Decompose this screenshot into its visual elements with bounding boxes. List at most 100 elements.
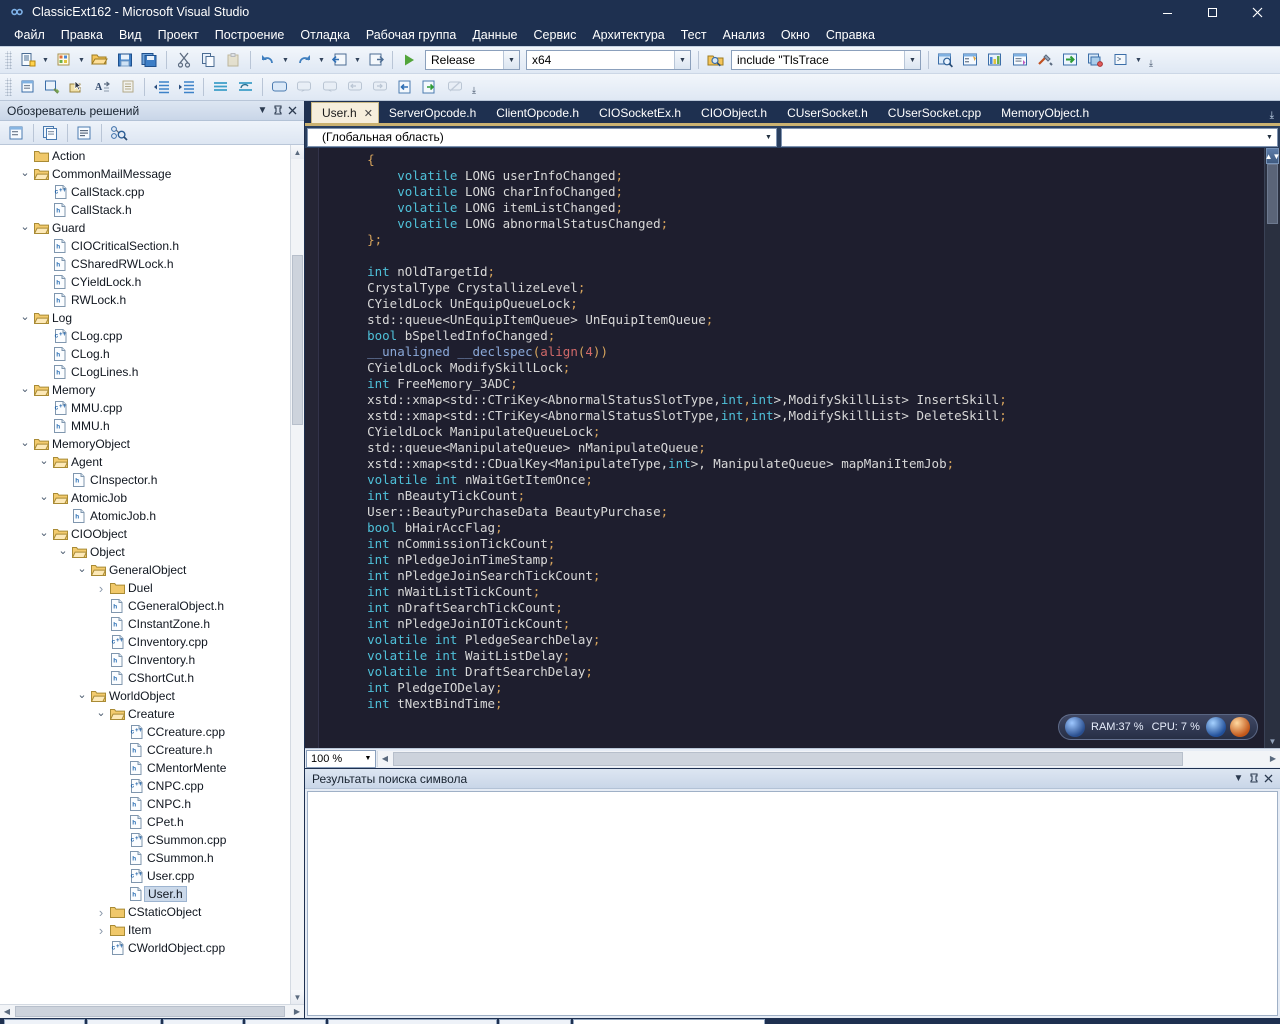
menu-item-tools[interactable]: Сервис: [526, 26, 585, 44]
navigate-forward-icon[interactable]: [364, 49, 387, 71]
scope-combo[interactable]: (Глобальная область) ▼: [307, 127, 777, 147]
properties-window-icon[interactable]: [959, 49, 982, 71]
chevron-down-icon[interactable]: ⌄: [75, 562, 89, 578]
tools-options-icon[interactable]: [1034, 49, 1057, 71]
menu-item-build[interactable]: Построение: [207, 26, 293, 44]
tree-item[interactable]: Action: [0, 147, 290, 165]
tree-item[interactable]: h CPet.h: [0, 813, 290, 831]
toggle-word-wrap-icon[interactable]: A: [91, 76, 114, 98]
tree-item[interactable]: h User.h: [0, 885, 290, 903]
tree-item[interactable]: ⌄ WorldObject: [0, 687, 290, 705]
bottom-tab[interactable]: Коман...: [244, 1019, 327, 1024]
tree-item[interactable]: h CMentorMente: [0, 759, 290, 777]
object-browser-icon[interactable]: [934, 49, 957, 71]
solution-explorer-icon[interactable]: [1009, 49, 1032, 71]
editor-tab[interactable]: ClientOpcode.h: [486, 102, 589, 123]
close-icon[interactable]: [1261, 770, 1276, 788]
results-list[interactable]: [307, 791, 1278, 1016]
cut-icon[interactable]: [172, 49, 195, 71]
command-dropdown-icon[interactable]: ▼: [1133, 49, 1144, 71]
tree-item[interactable]: ⌄ Object: [0, 543, 290, 561]
scroll-thumb[interactable]: [292, 255, 303, 425]
navigate-to-icon[interactable]: [41, 76, 64, 98]
editor-tab[interactable]: MemoryObject.h: [991, 102, 1099, 123]
comment-block-icon[interactable]: [116, 76, 139, 98]
bottom-tab[interactable]: Результаты поиска символа: [573, 1019, 765, 1024]
scroll-left-icon[interactable]: ◀: [378, 754, 392, 763]
tree-item[interactable]: ⌄ CIOObject: [0, 525, 290, 543]
code-horizontal-scrollbar[interactable]: ◀ ▶: [377, 750, 1280, 767]
scroll-right-icon[interactable]: ▶: [1266, 754, 1280, 763]
uncomment-selection-icon[interactable]: [234, 76, 257, 98]
member-combo[interactable]: ▼: [781, 127, 1278, 147]
scroll-down-icon[interactable]: ▼: [291, 990, 304, 1004]
tree-item[interactable]: c ++ CCreature.cpp: [0, 723, 290, 741]
scroll-thumb[interactable]: [393, 751, 1183, 766]
toolbar-grip[interactable]: [5, 78, 12, 96]
chevron-down-icon[interactable]: ⌄: [18, 436, 32, 452]
scroll-left-icon[interactable]: ◀: [0, 1005, 14, 1019]
menu-item-team[interactable]: Рабочая группа: [358, 26, 465, 44]
display-class-view-icon[interactable]: [16, 76, 39, 98]
editor-tab[interactable]: CIOSocketEx.h: [589, 102, 691, 123]
bottom-tab[interactable]: Окно определения кода: [328, 1019, 498, 1024]
tree-item[interactable]: ⌄ GeneralObject: [0, 561, 290, 579]
tree-item[interactable]: ⌄ Agent: [0, 453, 290, 471]
tree-item[interactable]: › Duel: [0, 579, 290, 597]
chevron-down-icon[interactable]: ⌄: [18, 382, 32, 398]
scroll-right-icon[interactable]: ▶: [290, 1005, 304, 1019]
scroll-thumb[interactable]: [1267, 164, 1278, 224]
undo-icon[interactable]: [256, 49, 279, 71]
performance-overlay[interactable]: RAM:37 % CPU: 7 %: [1058, 714, 1258, 740]
tree-item[interactable]: h RWLock.h: [0, 291, 290, 309]
find-combo[interactable]: include "TlsTrace ▼: [731, 50, 921, 70]
paste-icon[interactable]: [222, 49, 245, 71]
tree-item[interactable]: h CInventory.h: [0, 651, 290, 669]
tree-item[interactable]: h CGeneralObject.h: [0, 597, 290, 615]
close-button[interactable]: [1235, 0, 1280, 24]
tree-item[interactable]: c ++ MMU.cpp: [0, 399, 290, 417]
go-to-icon[interactable]: [1059, 49, 1082, 71]
chevron-down-icon[interactable]: ▼: [674, 51, 690, 69]
tree-item[interactable]: h CNPC.h: [0, 795, 290, 813]
chevron-down-icon[interactable]: ⌄: [56, 544, 70, 560]
increase-indent-icon[interactable]: [175, 76, 198, 98]
tree-item[interactable]: ⌄ Creature: [0, 705, 290, 723]
chevron-down-icon[interactable]: ⌄: [37, 526, 51, 542]
bottom-tab[interactable]: Вывод: [499, 1019, 572, 1024]
menu-item-debug[interactable]: Отладка: [292, 26, 357, 44]
menu-item-data[interactable]: Данные: [464, 26, 525, 44]
tree-horizontal-scrollbar[interactable]: ◀ ▶: [0, 1004, 304, 1018]
toolbox-icon[interactable]: [984, 49, 1007, 71]
chevron-down-icon[interactable]: ⌄: [75, 688, 89, 704]
menu-item-project[interactable]: Проект: [150, 26, 207, 44]
chevron-down-icon[interactable]: ▼: [255, 102, 270, 120]
add-item-icon[interactable]: [52, 49, 75, 71]
cursor-pointer-icon[interactable]: [66, 76, 89, 98]
save-all-icon[interactable]: [138, 49, 161, 71]
next-bookmark-icon[interactable]: [318, 76, 341, 98]
decrease-indent-icon[interactable]: [150, 76, 173, 98]
tree-vertical-scrollbar[interactable]: ▲ ▼: [290, 145, 304, 1004]
chevron-down-icon[interactable]: ▼: [1262, 134, 1277, 141]
tree-item[interactable]: ⌄ Guard: [0, 219, 290, 237]
next-bookmark-in-document-icon[interactable]: [418, 76, 441, 98]
redo-icon[interactable]: [292, 49, 315, 71]
show-all-files-icon[interactable]: [39, 122, 62, 144]
tree-item[interactable]: h CCreature.h: [0, 741, 290, 759]
copy-icon[interactable]: [197, 49, 220, 71]
chevron-down-icon[interactable]: ⌄: [37, 454, 51, 470]
tree-item[interactable]: h AtomicJob.h: [0, 507, 290, 525]
editor-tab[interactable]: CUserSocket.h: [777, 102, 878, 123]
scroll-thumb[interactable]: [15, 1006, 285, 1017]
menu-item-window[interactable]: Окно: [773, 26, 818, 44]
previous-bookmark-in-document-icon[interactable]: [393, 76, 416, 98]
tree-item[interactable]: h CSharedRWLock.h: [0, 255, 290, 273]
tree-item[interactable]: h CLog.h: [0, 345, 290, 363]
class-diagram-search-icon[interactable]: [107, 122, 130, 144]
editor-indicator-margin[interactable]: [305, 148, 319, 748]
tree-item[interactable]: c ++ CNPC.cpp: [0, 777, 290, 795]
previous-bookmark-folder-icon[interactable]: [343, 76, 366, 98]
tree-item[interactable]: h CallStack.h: [0, 201, 290, 219]
menu-item-analyze[interactable]: Анализ: [715, 26, 773, 44]
